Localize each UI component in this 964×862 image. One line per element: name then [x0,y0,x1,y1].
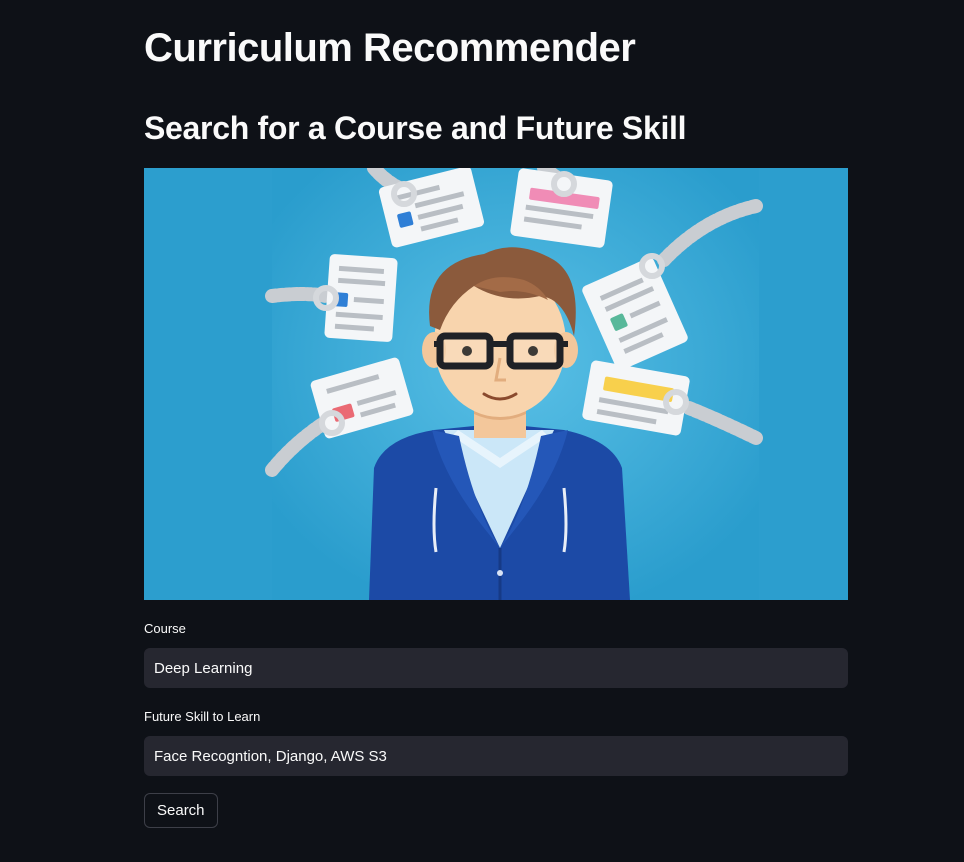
future-skill-label: Future Skill to Learn [144,709,261,724]
future-skill-input[interactable] [144,736,848,776]
student-with-documents-illustration [144,168,848,600]
hero-illustration [144,168,848,600]
search-button[interactable]: Search [144,793,218,828]
course-input[interactable] [144,648,848,688]
page-title: Curriculum Recommender [144,26,636,70]
course-label: Course [144,621,186,636]
doc-card-top-center [510,168,613,248]
section-heading: Search for a Course and Future Skill [144,110,687,146]
